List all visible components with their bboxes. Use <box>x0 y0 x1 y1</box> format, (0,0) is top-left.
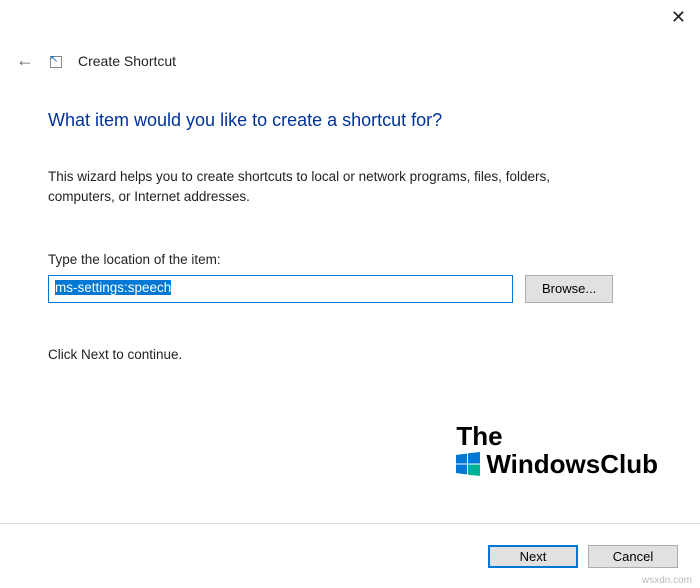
origin-label: wsxdn.com <box>642 575 692 586</box>
page-heading: What item would you like to create a sho… <box>48 110 652 131</box>
button-bar-separator <box>0 523 700 524</box>
button-bar: Next Cancel <box>488 545 678 568</box>
location-row: ms-settings:speech Browse... <box>48 275 652 303</box>
cancel-button[interactable]: Cancel <box>588 545 678 568</box>
windows-logo-icon <box>456 452 480 476</box>
location-input-value: ms-settings:speech <box>55 280 171 295</box>
close-icon[interactable]: ✕ <box>671 8 686 26</box>
continue-hint: Click Next to continue. <box>48 347 652 362</box>
back-arrow-icon[interactable]: ← <box>16 50 34 71</box>
wizard-title: Create Shortcut <box>78 53 176 69</box>
wizard-header: ← Create Shortcut <box>16 50 176 71</box>
browse-button[interactable]: Browse... <box>525 275 613 303</box>
wizard-description: This wizard helps you to create shortcut… <box>48 167 608 208</box>
shortcut-icon <box>50 56 62 68</box>
location-input[interactable]: ms-settings:speech <box>48 275 513 303</box>
watermark-line1: The <box>456 423 658 450</box>
location-label: Type the location of the item: <box>48 252 652 267</box>
wizard-content: What item would you like to create a sho… <box>48 110 652 362</box>
watermark-line2: WindowsClub <box>486 451 658 478</box>
watermark: The WindowsClub <box>456 423 658 478</box>
next-button[interactable]: Next <box>488 545 578 568</box>
